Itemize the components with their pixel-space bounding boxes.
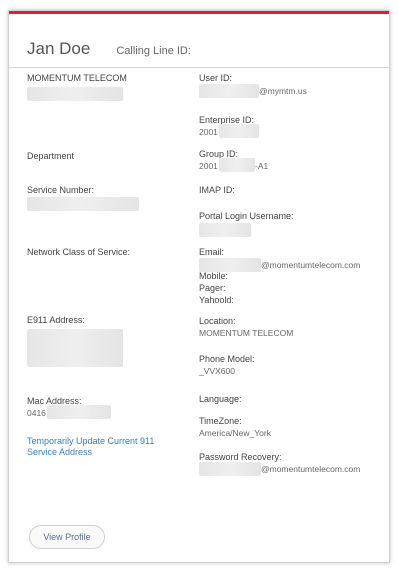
location-value: MOMENTUM TELECOM: [199, 328, 294, 338]
redacted-value: [47, 405, 111, 419]
redacted-value: [199, 223, 251, 237]
service-number-label: Service Number:: [27, 185, 95, 195]
redacted-value: [27, 197, 139, 211]
redacted-value: [219, 124, 259, 138]
timezone-label: TimeZone:: [199, 416, 242, 426]
group-id-value-prefix: 2001: [199, 161, 218, 171]
profile-header: Jan Doe Calling Line ID:: [27, 39, 191, 59]
email-value: @momentumtelecom.com: [261, 260, 361, 270]
redacted-value: [199, 258, 261, 272]
redacted-value: [27, 87, 123, 101]
redacted-value: [27, 329, 123, 367]
redacted-value: [199, 84, 259, 98]
redacted-value: [219, 158, 255, 172]
user-name: Jan Doe: [27, 39, 91, 58]
phone-model-value: _VVX600: [199, 366, 235, 376]
location-label: Location:: [199, 316, 236, 326]
group-id-value-suffix: -A1: [255, 161, 269, 171]
yahoo-id-label: Yahoold:: [199, 295, 234, 305]
redacted-value: [199, 462, 261, 476]
view-profile-button[interactable]: View Profile: [29, 525, 105, 549]
mobile-label: Mobile:: [199, 271, 229, 281]
e911-address-label: E911 Address:: [27, 315, 85, 325]
calling-line-id-label: Calling Line ID:: [116, 45, 191, 57]
user-profile-card: Jan Doe Calling Line ID: MOMENTUM TELECO…: [8, 10, 390, 563]
password-recovery-label: Password Recovery:: [199, 452, 282, 462]
accent-bar: [9, 11, 389, 14]
mac-address-value: 0416: [27, 408, 46, 418]
timezone-value: America/New_York: [199, 428, 271, 438]
user-id-label: User ID:: [199, 73, 233, 83]
password-recovery-value: @momentumtelecom.com: [261, 464, 361, 474]
network-class-of-service-label: Network Class of Service:: [27, 247, 131, 257]
user-id-value: @mymtm.us: [259, 86, 307, 96]
email-label: Email:: [199, 247, 225, 257]
temporarily-update-911-link[interactable]: Temporarily Update Current 911 Service A…: [27, 436, 177, 458]
phone-model-label: Phone Model:: [199, 354, 255, 364]
portal-login-username-label: Portal Login Username:: [199, 211, 294, 221]
language-label: Language:: [199, 394, 242, 404]
pager-label: Pager:: [199, 283, 226, 293]
imap-id-label: IMAP ID:: [199, 185, 235, 195]
company-name: MOMENTUM TELECOM: [27, 73, 127, 83]
enterprise-id-value: 2001: [199, 127, 218, 137]
department-label: Department: [27, 151, 75, 161]
divider: [9, 67, 389, 68]
